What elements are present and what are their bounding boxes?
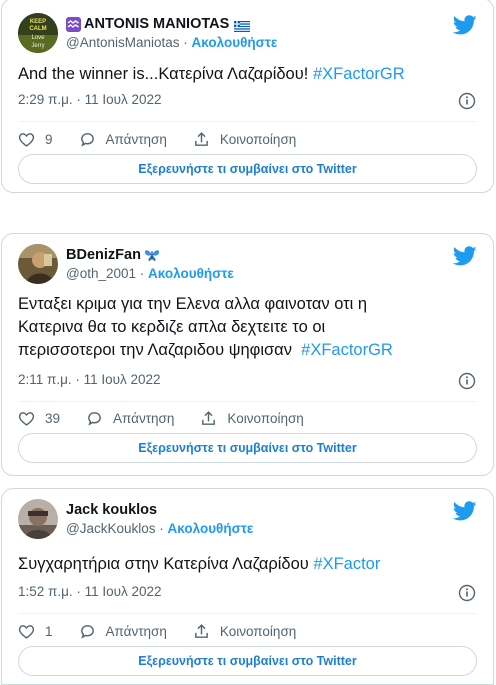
tweet-line: Κατερινα θα το κερδιζε απλα δεχτειτε το … bbox=[18, 318, 326, 336]
display-name-text: ANTONIS MANIOTAS bbox=[84, 16, 230, 32]
share-icon bbox=[202, 410, 216, 425]
tweet-line-last: περισσοτεροι την Λαζαριδου ψηφισαν #XFac… bbox=[18, 339, 477, 362]
tweet-body: Συγχαρητήρια στην Κατερίνα Λαζαρίδου bbox=[18, 555, 309, 573]
tweet-line: περισσοτεροι την Λαζαριδου ψηφισαν bbox=[18, 341, 297, 359]
divider bbox=[18, 121, 477, 122]
share-icon bbox=[195, 623, 208, 638]
handle[interactable]: @AntonisManiotas bbox=[66, 35, 180, 50]
avatar[interactable]: KEEP CALM Love Jerry bbox=[18, 13, 58, 53]
separator: · bbox=[139, 266, 145, 281]
tweet-actions: 9 Απάντηση Κοινοποίηση bbox=[18, 128, 477, 150]
speech-bubble-icon bbox=[88, 411, 101, 426]
timestamp[interactable]: 2:11 π.μ. · 11 Ιουλ 2022 bbox=[18, 372, 161, 387]
timestamp[interactable]: 1:52 π.μ. · 11 Ιουλ 2022 bbox=[18, 584, 162, 599]
info-icon[interactable] bbox=[458, 92, 476, 110]
like-button[interactable]: 39 bbox=[18, 410, 60, 427]
twitter-bird-icon[interactable] bbox=[453, 244, 477, 268]
display-name-text: BDenizFan bbox=[66, 247, 141, 263]
butterfly-icon bbox=[144, 248, 160, 262]
tweet-meta: 2:29 π.μ. · 11 Ιουλ 2022 bbox=[18, 92, 477, 112]
greece-flag-icon bbox=[234, 19, 251, 32]
tweet-meta: 1:52 π.μ. · 11 Ιουλ 2022 bbox=[18, 584, 477, 604]
hashtag-link[interactable]: #XFactor bbox=[313, 555, 380, 573]
divider bbox=[18, 613, 477, 614]
tweet-body: And the winner is...Κατερίνα Λαζαρίδου! bbox=[18, 65, 309, 83]
explore-button[interactable]: Εξερευνήστε τι συμβαίνει στο Twitter bbox=[18, 154, 477, 184]
tweet-header: KEEP CALM Love Jerry ANTONIS MANIOTAS @A… bbox=[18, 13, 477, 53]
heart-icon bbox=[18, 411, 35, 426]
tweet-meta: 2:11 π.μ. · 11 Ιουλ 2022 bbox=[18, 372, 477, 392]
avatar[interactable] bbox=[18, 499, 58, 539]
tweet-actions: 1 Απάντηση Κοινοποίηση bbox=[18, 620, 477, 642]
reply-label: Απάντηση bbox=[105, 131, 167, 147]
handle[interactable]: @oth_2001 bbox=[66, 266, 136, 281]
heart-icon bbox=[18, 624, 35, 639]
explore-button[interactable]: Εξερευνήστε τι συμβαίνει στο Twitter bbox=[18, 433, 477, 463]
hashtag-link[interactable]: #XFactorGR bbox=[313, 65, 405, 83]
info-icon[interactable] bbox=[458, 584, 476, 602]
separator: · bbox=[183, 35, 188, 50]
reply-button[interactable]: Απάντηση bbox=[79, 131, 167, 148]
twitter-bird-icon[interactable] bbox=[453, 499, 477, 523]
tweet-header: Jack kouklos @JackKouklos · Ακολουθήστε bbox=[18, 499, 477, 539]
like-button[interactable]: 1 bbox=[18, 623, 53, 640]
heart-icon bbox=[18, 132, 35, 147]
share-label: Κοινοποίηση bbox=[219, 131, 297, 147]
avatar-text: Jerry bbox=[31, 43, 44, 49]
speech-bubble-icon bbox=[80, 132, 94, 147]
speech-bubble-icon bbox=[80, 624, 94, 639]
avatar[interactable] bbox=[18, 244, 58, 284]
tweet-line: Ενταξει κριμα για την Ελενα αλλα φαινοτα… bbox=[18, 295, 368, 313]
share-button[interactable]: Κοινοποίηση bbox=[200, 410, 304, 427]
follow-button[interactable]: Ακολουθήστε bbox=[168, 521, 254, 536]
reply-button[interactable]: Απάντηση bbox=[86, 410, 174, 427]
tweet-text: Συγχαρητήρια στην Κατερίνα Λαζαρίδου #XF… bbox=[18, 553, 477, 576]
avatar-text: Love bbox=[31, 35, 45, 41]
display-name[interactable]: ANTONIS MANIOTAS bbox=[66, 15, 277, 33]
share-label: Κοινοποίηση bbox=[227, 410, 304, 426]
like-count: 9 bbox=[45, 131, 53, 147]
handle[interactable]: @JackKouklos bbox=[66, 521, 156, 536]
share-label: Κοινοποίηση bbox=[219, 623, 297, 639]
tweet-header: BDenizFan @oth_2001 · Ακολουθήστε bbox=[18, 244, 477, 284]
share-icon bbox=[195, 131, 208, 146]
twitter-bird-icon[interactable] bbox=[453, 13, 477, 37]
follow-button[interactable]: Ακολουθήστε bbox=[148, 266, 234, 281]
aquarius-icon bbox=[66, 16, 81, 32]
like-count: 1 bbox=[45, 623, 53, 639]
tweet-card: Jack kouklos @JackKouklos · Ακολουθήστε … bbox=[1, 488, 494, 685]
reply-label: Απάντηση bbox=[105, 623, 167, 639]
info-icon[interactable] bbox=[458, 372, 476, 390]
divider bbox=[18, 401, 477, 402]
explore-button[interactable]: Εξερευνήστε τι συμβαίνει στο Twitter bbox=[18, 646, 477, 676]
tweet-card: KEEP CALM Love Jerry ANTONIS MANIOTAS @A… bbox=[1, 0, 494, 193]
tweet-text: Ενταξει κριμα για την Ελενα αλλα φαινοτα… bbox=[18, 293, 477, 362]
reply-button[interactable]: Απάντηση bbox=[79, 623, 167, 640]
hashtag-link[interactable]: #XFactorGR bbox=[301, 341, 393, 359]
like-button[interactable]: 9 bbox=[18, 131, 53, 148]
tweet-text: And the winner is...Κατερίνα Λαζαρίδου! … bbox=[18, 63, 477, 86]
tweet-card: BDenizFan @oth_2001 · Ακολουθήστε Ενταξε… bbox=[1, 233, 494, 476]
share-button[interactable]: Κοινοποίηση bbox=[193, 623, 296, 640]
tweet-actions: 39 Απάντηση Κοινοποίηση bbox=[18, 407, 477, 429]
separator: · bbox=[159, 521, 164, 536]
avatar-text: KEEP bbox=[30, 19, 46, 25]
display-name[interactable]: BDenizFan bbox=[66, 246, 234, 264]
like-count: 39 bbox=[45, 410, 61, 426]
avatar-text: CALM bbox=[29, 26, 46, 32]
follow-button[interactable]: Ακολουθήστε bbox=[192, 35, 278, 50]
reply-label: Απάντηση bbox=[113, 410, 175, 426]
display-name[interactable]: Jack kouklos bbox=[66, 501, 253, 519]
display-name-text: Jack kouklos bbox=[66, 502, 158, 518]
share-button[interactable]: Κοινοποίηση bbox=[193, 131, 296, 148]
timestamp[interactable]: 2:29 π.μ. · 11 Ιουλ 2022 bbox=[18, 92, 162, 107]
